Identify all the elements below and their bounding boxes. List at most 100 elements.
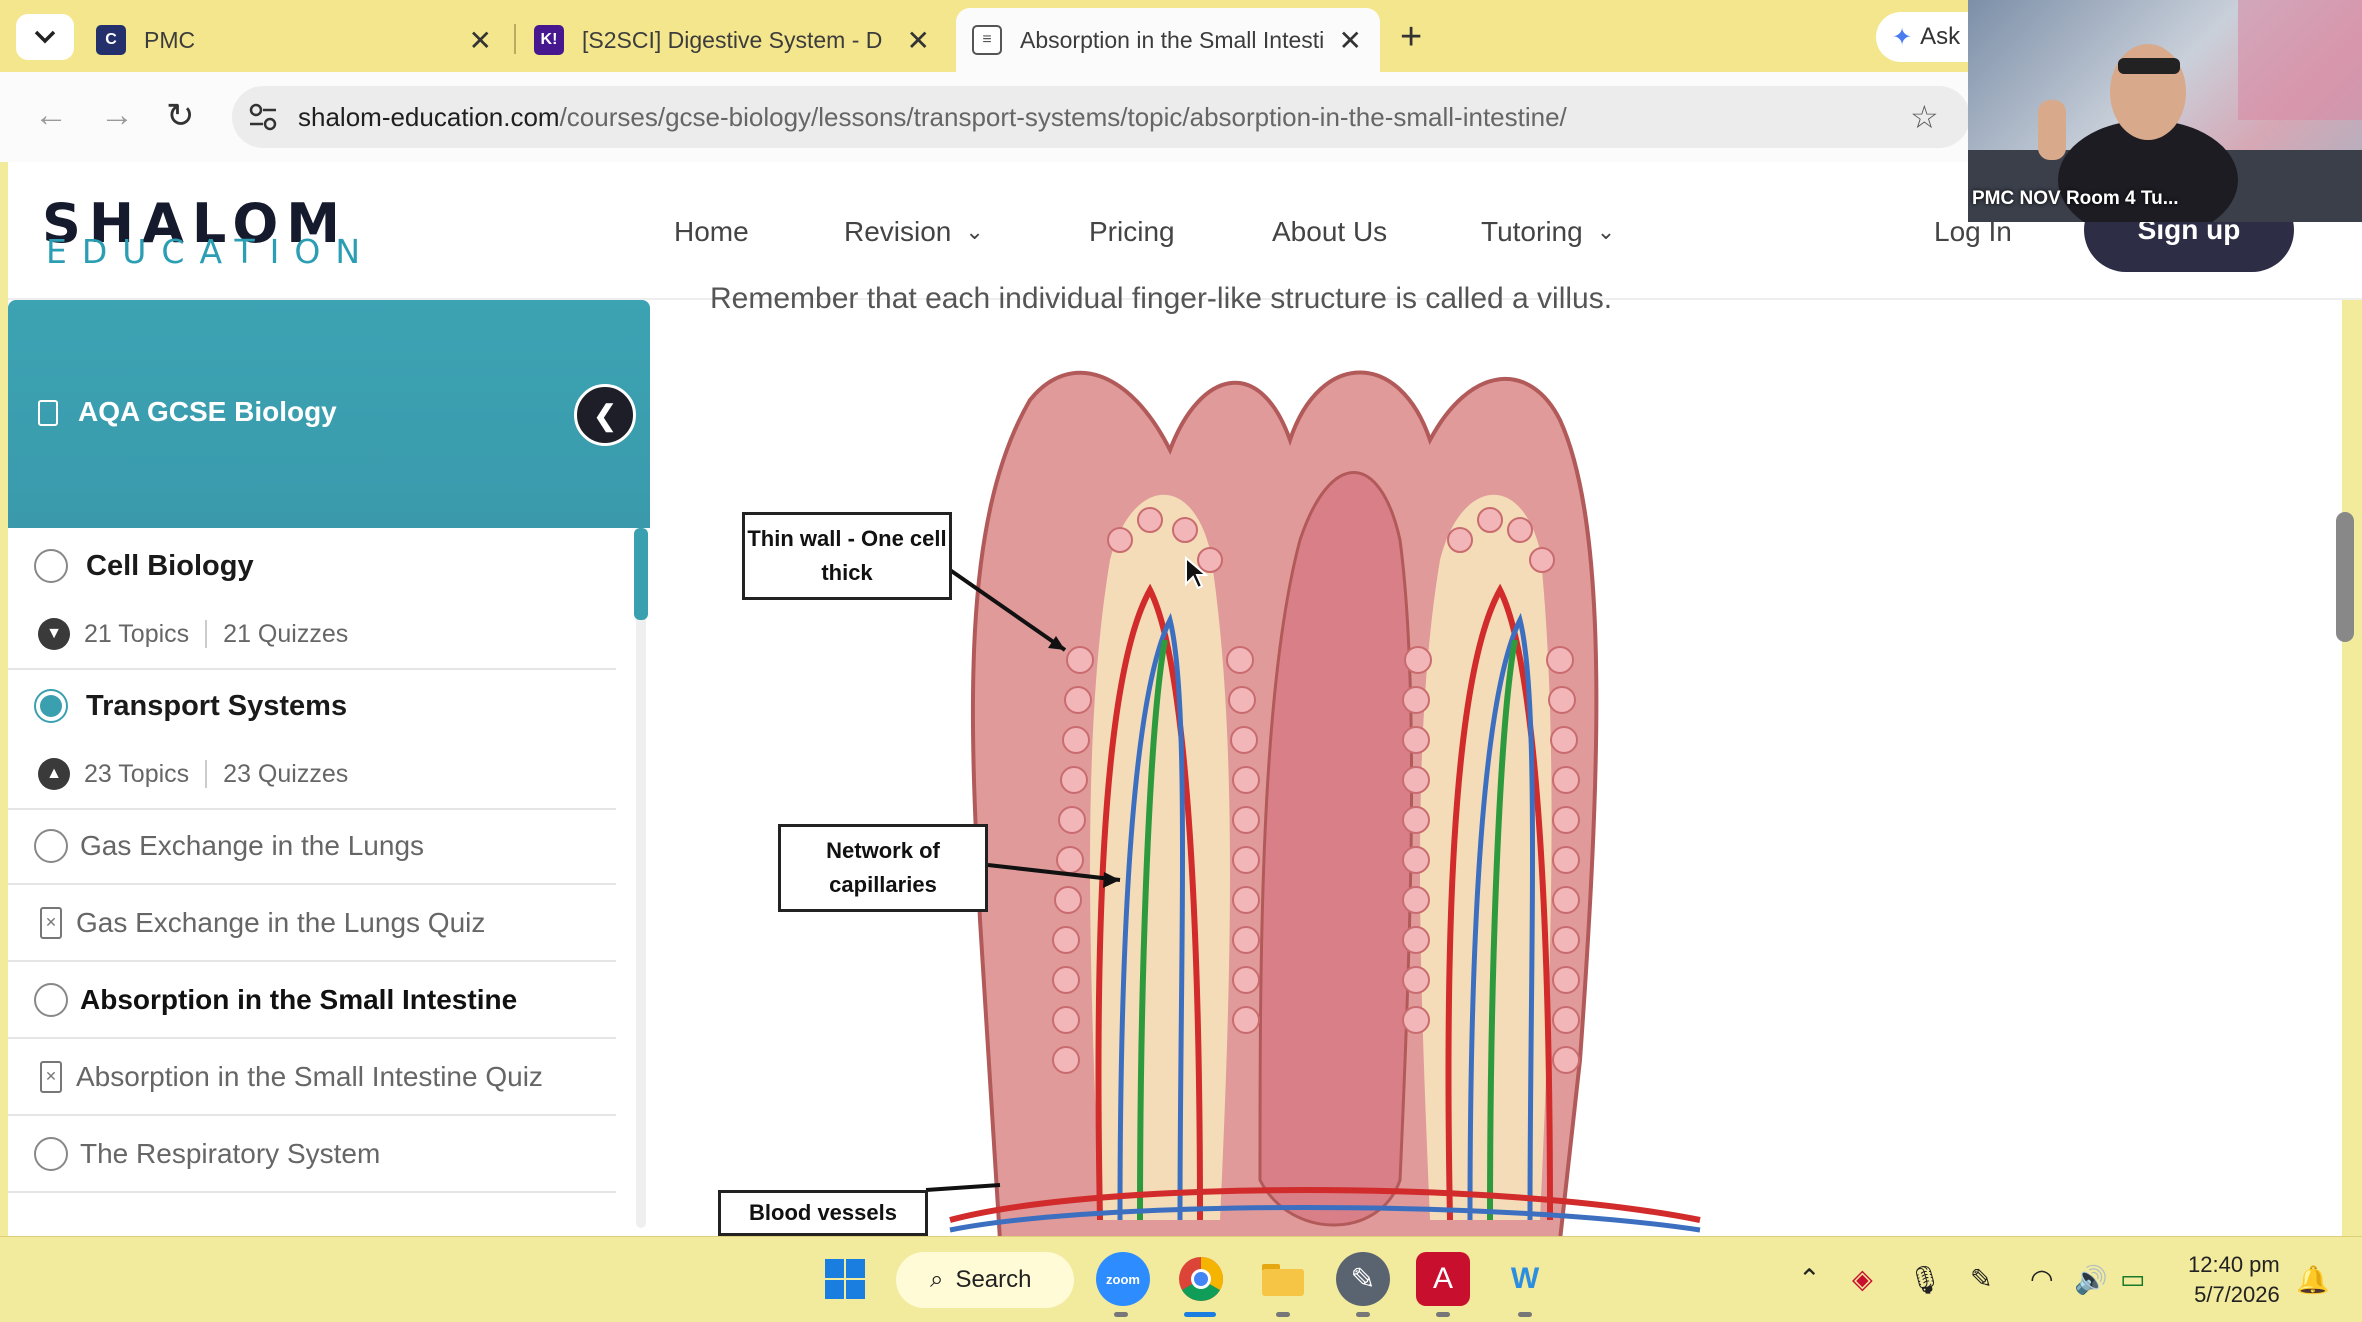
quizzes-count: 21 Quizzes <box>223 619 349 648</box>
file-explorer-icon[interactable] <box>1256 1252 1310 1306</box>
sidebar-scroll-track[interactable] <box>636 528 646 1228</box>
search-label: Search <box>955 1266 1032 1293</box>
app-indicator <box>1114 1312 1128 1317</box>
clock-time: 12:40 pm <box>2188 1252 2280 1277</box>
chevron-down-icon: ⌄ <box>1596 219 1616 244</box>
quizzes-count: 23 Quizzes <box>223 759 349 788</box>
divider <box>205 620 208 648</box>
intro-text: Remember that each individual finger-lik… <box>710 282 1613 315</box>
chevron-down-icon[interactable]: ▼ <box>38 618 70 650</box>
bookmark-star-icon[interactable]: ☆ <box>1910 98 1939 136</box>
pen-icon[interactable]: ✎ <box>1970 1264 1993 1295</box>
w-app-icon[interactable]: W <box>1498 1252 1552 1306</box>
tab-pmc[interactable]: C PMC ✕ <box>80 8 510 72</box>
tray-chevron-up-icon[interactable]: ⌃ <box>1798 1264 1821 1295</box>
app-indicator-active <box>1184 1312 1216 1317</box>
ask-label: Ask <box>1920 23 1961 50</box>
lesson-label: The Respiratory System <box>80 1137 381 1169</box>
label-network-of-capillaries: Network of capillaries <box>778 824 988 912</box>
module-title: Transport Systems <box>86 689 348 722</box>
lesson-absorption-quiz[interactable]: ✕ Absorption in the Small Intestine Quiz <box>8 1039 616 1116</box>
new-tab-button[interactable]: + <box>1400 18 1422 56</box>
zoom-icon[interactable]: zoom <box>1096 1252 1150 1306</box>
quiz-icon: ✕ <box>40 1060 62 1093</box>
forward-arrow-icon[interactable]: → <box>100 96 134 135</box>
label-thin-wall: Thin wall - One cell thick <box>742 512 952 600</box>
site-settings-icon[interactable] <box>246 100 280 134</box>
lesson-respiratory-system[interactable]: The Respiratory System <box>8 1116 616 1193</box>
close-icon[interactable]: ✕ <box>1339 24 1362 57</box>
lesson-gas-exchange-quiz[interactable]: ✕ Gas Exchange in the Lungs Quiz <box>8 885 616 962</box>
radio-empty-icon <box>34 549 68 583</box>
microphone-icon[interactable]: 🎙 <box>1908 1264 1942 1296</box>
nav-tutoring[interactable]: Tutoring ⌄ <box>1481 216 1615 248</box>
tab-title: [S2SCI] Digestive System - Deta <box>582 26 882 53</box>
lesson-label: Absorption in the Small Intestine Quiz <box>76 1060 543 1092</box>
app-indicator <box>1518 1312 1532 1317</box>
sidebar-scrollbar[interactable] <box>634 528 648 620</box>
clock[interactable]: 12:40 pm 5/7/2026 <box>2188 1250 2280 1310</box>
module-cell-biology[interactable]: Cell Biology <box>8 540 616 592</box>
close-icon[interactable]: ✕ <box>907 24 930 57</box>
collapse-sidebar-button[interactable]: ❮ <box>574 384 636 446</box>
tab-digestive-system[interactable]: K! [S2SCI] Digestive System - Deta ✕ <box>518 8 948 72</box>
nav-about-us[interactable]: About Us <box>1272 216 1387 248</box>
chevron-up-icon[interactable]: ▲ <box>38 758 70 790</box>
windows-start-icon[interactable] <box>818 1252 872 1306</box>
nav-revision[interactable]: Revision ⌄ <box>844 216 984 248</box>
nav-label: Revision <box>844 216 952 247</box>
kahoot-favicon-icon: K! <box>534 25 564 55</box>
back-arrow-icon[interactable]: ← <box>34 96 68 135</box>
pmc-favicon-icon: C <box>96 25 126 55</box>
close-icon[interactable]: ✕ <box>469 24 492 57</box>
lesson-label: Gas Exchange in the Lungs <box>80 829 425 861</box>
module-transport-systems[interactable]: Transport Systems <box>8 680 616 732</box>
tray-app-icon[interactable]: ◈ <box>1852 1264 1873 1295</box>
url-bar[interactable]: shalom-education.com/courses/gcse-biolog… <box>232 86 1970 148</box>
lesson-gas-exchange[interactable]: Gas Exchange in the Lungs <box>8 808 616 885</box>
label-blood-vessels: Blood vessels <box>718 1190 928 1236</box>
clock-date: 5/7/2026 <box>2194 1282 2280 1307</box>
reload-icon[interactable]: ↻ <box>166 96 195 136</box>
radio-selected-icon <box>34 689 68 723</box>
radio-empty-icon <box>34 982 68 1017</box>
volume-icon[interactable]: 🔊 <box>2074 1264 2108 1296</box>
tab-title: Absorption in the Small Intestir <box>1020 26 1324 53</box>
wifi-icon[interactable]: ◠ <box>2030 1264 2054 1295</box>
divider <box>205 760 208 788</box>
app-indicator <box>1276 1312 1290 1317</box>
radio-empty-icon <box>34 1136 68 1171</box>
nav-home[interactable]: Home <box>674 216 749 248</box>
chevron-down-icon <box>34 30 56 44</box>
nav-label: Tutoring <box>1481 216 1583 247</box>
nav-label: About Us <box>1272 216 1388 247</box>
tab-absorption-active[interactable]: ≡ Absorption in the Small Intestir ✕ <box>956 8 1380 72</box>
tab-separator <box>514 24 516 54</box>
logo-education[interactable]: EDUCATION <box>46 232 375 271</box>
page-scrollbar[interactable] <box>2336 512 2354 642</box>
pdf-reader-icon[interactable]: A <box>1416 1252 1470 1306</box>
module-meta-cell-biology[interactable]: ▼ 21 Topics 21 Quizzes <box>8 600 616 670</box>
book-icon <box>38 400 58 426</box>
radio-empty-icon <box>34 828 68 863</box>
lesson-label: Absorption in the Small Intestine <box>80 983 518 1015</box>
safari-compass-icon[interactable]: ✎ <box>1336 1252 1390 1306</box>
lesson-absorption-current[interactable]: Absorption in the Small Intestine <box>8 962 616 1039</box>
nav-label: Home <box>674 216 749 247</box>
search-icon: ⌕ <box>930 1266 944 1293</box>
chrome-icon[interactable] <box>1174 1252 1228 1306</box>
sparkle-icon: ✦ <box>1892 23 1913 51</box>
page-favicon-icon: ≡ <box>972 25 1002 55</box>
notification-icon[interactable]: 🔔 <box>2296 1264 2330 1296</box>
quiz-icon: ✕ <box>40 906 62 939</box>
battery-icon[interactable]: ▭ <box>2120 1264 2146 1295</box>
tab-search-dropdown[interactable] <box>16 14 74 60</box>
chevron-down-icon: ⌄ <box>965 219 984 244</box>
tab-title: PMC <box>144 26 196 53</box>
taskbar-search[interactable]: ⌕ Search <box>896 1252 1074 1308</box>
url-path: /courses/gcse-biology/lessons/transport-… <box>559 101 1567 132</box>
webcam-label: PMC NOV Room 4 Tu... <box>1972 188 2179 209</box>
module-meta-transport-systems[interactable]: ▲ 23 Topics 23 Quizzes <box>8 740 616 810</box>
nav-pricing[interactable]: Pricing <box>1089 216 1175 248</box>
villi-diagram <box>925 370 1701 1240</box>
